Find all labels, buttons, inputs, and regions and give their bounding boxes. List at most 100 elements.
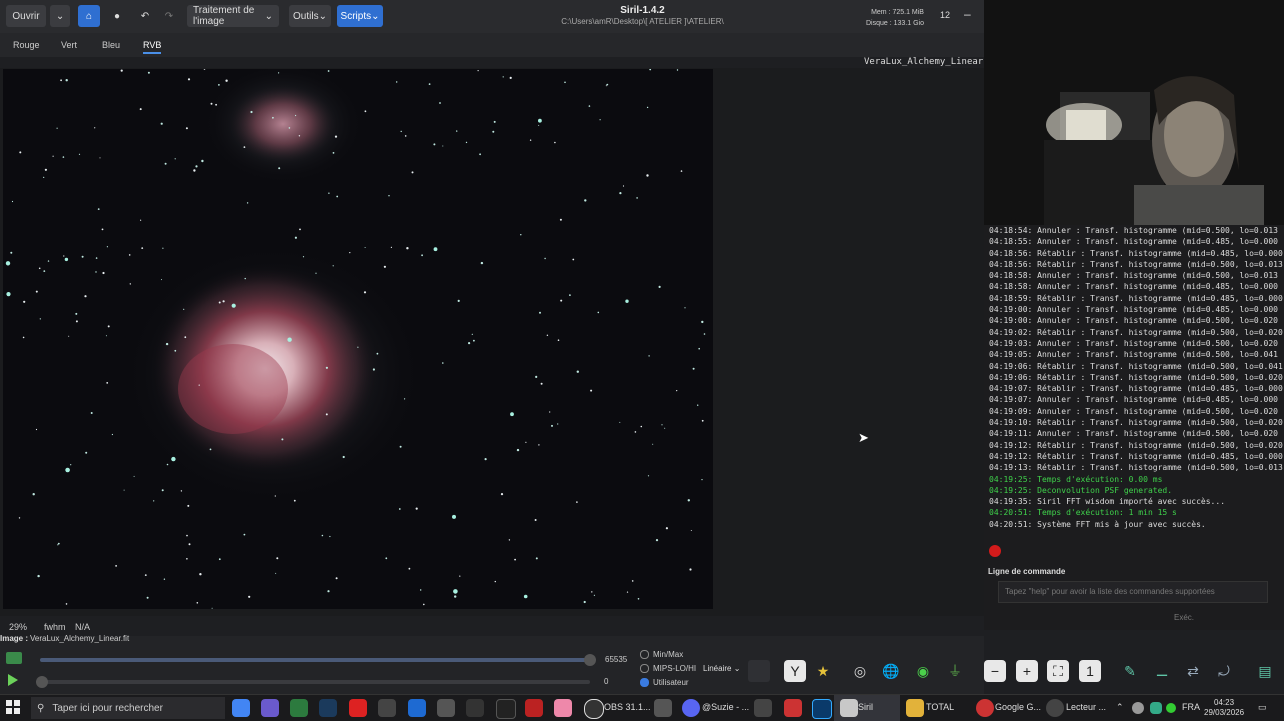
zoom-one-icon[interactable]: 1 xyxy=(1079,660,1101,682)
system-clock[interactable]: 04:23 29/03/2026 xyxy=(1204,698,1244,718)
color-map-button[interactable] xyxy=(748,660,770,682)
tab-green[interactable]: Vert xyxy=(61,40,77,50)
redo-icon: ↷ xyxy=(164,10,174,22)
tab-blue[interactable]: Bleu xyxy=(102,40,120,50)
star xyxy=(166,463,169,466)
layers-icon[interactable]: ▤ xyxy=(1254,660,1276,682)
high-slider-knob[interactable] xyxy=(584,654,596,666)
app-icon[interactable] xyxy=(754,699,772,717)
radio-minmax[interactable]: Min/Max xyxy=(640,650,683,660)
mirror-icon[interactable]: ⇄ xyxy=(1182,660,1204,682)
language-indicator[interactable]: FRA xyxy=(1182,702,1200,712)
star xyxy=(442,362,444,364)
radio-user[interactable]: Utilisateur xyxy=(640,678,689,688)
negative-view-icon[interactable]: Y xyxy=(784,660,806,682)
taskbar-app-label[interactable]: OBS 31.1... xyxy=(604,702,651,712)
rotate-icon[interactable]: ⤾ xyxy=(1213,660,1235,682)
siril-icon[interactable] xyxy=(840,699,858,717)
taskbar-app-label[interactable]: Lecteur ... xyxy=(1066,702,1106,712)
target-icon[interactable]: ◎ xyxy=(849,660,871,682)
live-button[interactable]: ● xyxy=(106,5,128,27)
app-icon[interactable] xyxy=(654,699,672,717)
star xyxy=(626,591,629,593)
star xyxy=(299,228,301,231)
star xyxy=(325,413,328,416)
tray-icon[interactable] xyxy=(1132,702,1144,714)
ring-icon[interactable]: ◉ xyxy=(912,660,934,682)
low-slider[interactable] xyxy=(40,680,590,684)
folder-icon[interactable] xyxy=(906,699,924,717)
nebula-image[interactable] xyxy=(3,69,713,609)
command-input[interactable]: Tapez "help" pour avoir la liste des com… xyxy=(998,581,1268,603)
star xyxy=(186,534,188,537)
low-value[interactable]: 0 xyxy=(604,677,608,686)
high-slider[interactable] xyxy=(40,658,590,662)
vivaldi-icon[interactable] xyxy=(976,699,994,717)
radio-mips[interactable]: MIPS-LO/HI xyxy=(640,664,696,674)
stretch-select[interactable]: Linéaire ⌄ xyxy=(703,664,740,673)
console-line: 04:19:25: Temps d'exécution: 0.00 ms xyxy=(989,474,1163,484)
working-directory: C:\Users\amR\Desktop\[ ATELIER ]\ATELIER… xyxy=(561,17,724,26)
play-icon[interactable] xyxy=(8,674,18,686)
minimize-button[interactable]: – xyxy=(964,7,971,21)
star xyxy=(606,83,609,86)
high-value[interactable]: 65535 xyxy=(605,655,627,664)
open-recent-dropdown[interactable]: ⌄ xyxy=(50,5,70,27)
zoom-out-icon[interactable]: − xyxy=(984,660,1006,682)
media-player-icon[interactable] xyxy=(1046,699,1064,717)
tool-icon[interactable] xyxy=(466,699,484,717)
app-blue-icon[interactable] xyxy=(408,699,426,717)
star xyxy=(538,124,540,126)
app-icon[interactable] xyxy=(784,699,802,717)
open-button[interactable]: Ouvrir xyxy=(6,5,46,27)
star-icon[interactable]: ★ xyxy=(812,660,834,682)
chrome-icon[interactable] xyxy=(232,699,250,717)
home-button[interactable]: ⌂ xyxy=(78,5,100,27)
star xyxy=(123,489,125,491)
notification-icon[interactable]: ▭ xyxy=(1258,702,1267,713)
tab-red[interactable]: Rouge xyxy=(13,40,40,50)
menu-icon[interactable] xyxy=(437,699,455,717)
tree-icon[interactable]: ⏚ xyxy=(944,660,966,682)
taskbar-app-label[interactable]: TOTAL xyxy=(926,702,954,712)
taskbar-app-label[interactable]: @Suzie - ... xyxy=(702,702,749,712)
tray-icon[interactable] xyxy=(1166,703,1176,713)
scripts-menu[interactable]: Scripts ⌄ xyxy=(337,5,383,27)
photoshop-icon[interactable] xyxy=(812,699,832,719)
obs-icon[interactable] xyxy=(584,699,604,719)
app-icon[interactable] xyxy=(554,699,572,717)
radio-dot xyxy=(640,650,649,660)
image-processing-menu[interactable]: Traitement de l'image ⌄ xyxy=(187,5,279,27)
tab-rgb[interactable]: RVB xyxy=(143,40,162,54)
globe-icon[interactable]: 🌐 xyxy=(880,660,902,682)
undo-button[interactable]: ↶ xyxy=(134,5,156,27)
star xyxy=(164,162,167,165)
zoom-fit-icon[interactable]: ⛶ xyxy=(1047,660,1069,682)
windows-start-icon[interactable] xyxy=(6,700,20,714)
taskbar-search[interactable]: ⚲ Taper ici pour rechercher xyxy=(31,697,225,719)
undo-icon: ↶ xyxy=(140,10,150,22)
tray-expand-icon[interactable]: ⌃ xyxy=(1116,702,1124,713)
redo-button[interactable]: ↷ xyxy=(158,5,180,27)
app-red-icon[interactable] xyxy=(349,699,367,717)
measure-icon[interactable]: ⚊ xyxy=(1151,660,1173,682)
tools-menu[interactable]: Outils ⌄ xyxy=(289,5,331,27)
star xyxy=(428,83,431,85)
image-viewer[interactable]: VeraLux_Alchemy_Linear.fit ➤ xyxy=(0,57,1005,616)
exec-button[interactable]: Exéc. xyxy=(1174,613,1194,622)
taskbar-app-label[interactable]: Siril xyxy=(858,702,873,712)
tray-icon[interactable] xyxy=(1150,702,1162,714)
taskbar-app-label[interactable]: Google G... xyxy=(995,702,1041,712)
low-slider-knob[interactable] xyxy=(36,676,48,688)
star xyxy=(248,595,251,598)
zoom-in-icon[interactable]: + xyxy=(1016,660,1038,682)
app-icon[interactable] xyxy=(290,699,308,717)
discord-icon[interactable] xyxy=(682,699,700,717)
terminal-icon[interactable] xyxy=(496,699,516,719)
browser-icon[interactable] xyxy=(261,699,279,717)
steam-icon[interactable] xyxy=(319,699,337,717)
histogram-icon[interactable] xyxy=(6,652,22,664)
app-icon[interactable] xyxy=(378,699,396,717)
app-icon[interactable] xyxy=(525,699,543,717)
ruler-icon[interactable]: ✎ xyxy=(1119,660,1141,682)
